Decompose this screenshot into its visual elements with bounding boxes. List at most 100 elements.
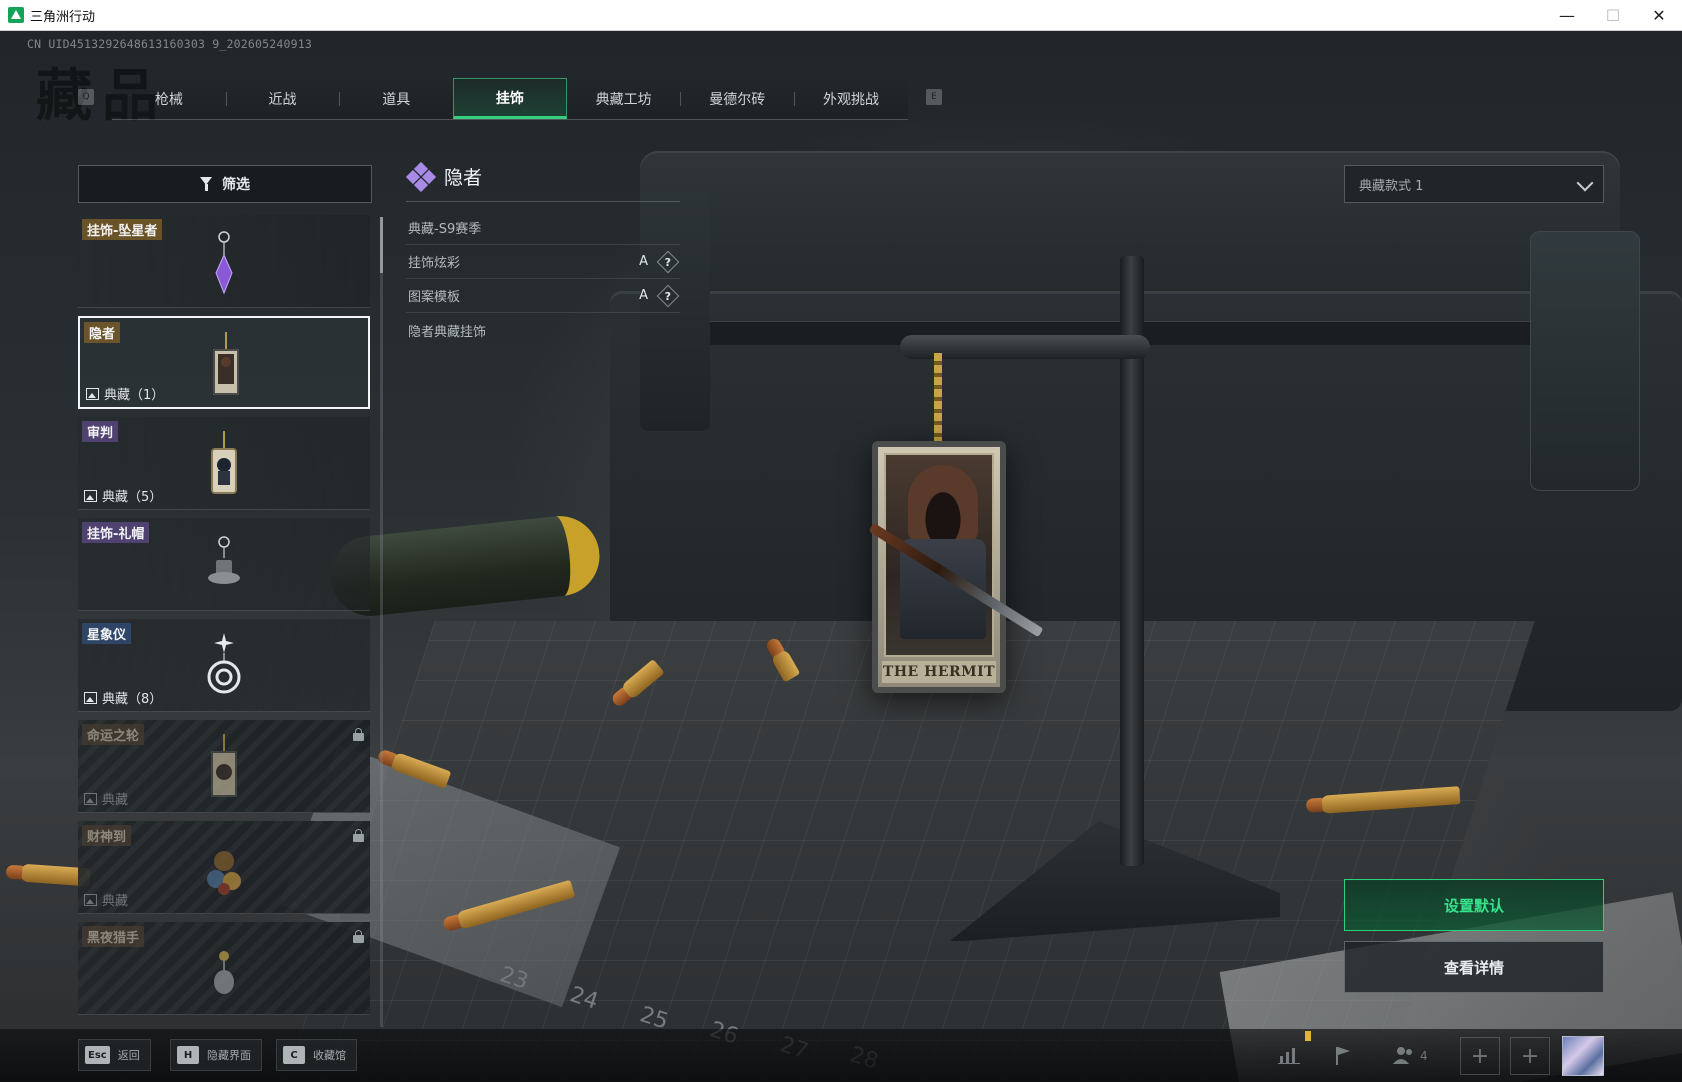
detail-row-label: 典藏-S9赛季 bbox=[408, 222, 482, 237]
category-tabs: 枪械 近战 道具 挂饰 典藏工坊 曼德尔砖 外观挑战 bbox=[112, 78, 908, 120]
list-item[interactable]: 财神到 典藏 bbox=[78, 821, 370, 914]
view-details-button[interactable]: 查看详情 bbox=[1344, 941, 1604, 993]
item-collection-count: 典藏（8） bbox=[84, 688, 162, 707]
detail-attributes: 典藏-S9赛季 挂饰炫彩 A ? 图案模板 A ? 隐者典藏挂饰 bbox=[406, 211, 680, 347]
charm-artwork bbox=[868, 453, 1044, 657]
avatar[interactable] bbox=[1562, 1036, 1604, 1076]
charm-thumbnail-hermit bbox=[213, 332, 239, 395]
charm-card-label: THE HERMIT bbox=[882, 661, 996, 683]
charm-thumbnail-astrolabe bbox=[207, 633, 241, 694]
tab-items[interactable]: 道具 bbox=[339, 78, 453, 119]
tab-next-key[interactable]: E bbox=[926, 89, 942, 105]
variant-dropdown[interactable]: 典藏款式 1 bbox=[1344, 165, 1604, 203]
item-name: 隐者 bbox=[84, 322, 121, 343]
item-name: 命运之轮 bbox=[82, 724, 145, 745]
tab-firearms[interactable]: 枪械 bbox=[112, 78, 226, 119]
set-default-button[interactable]: 设置默认 bbox=[1344, 879, 1604, 931]
add-friend-slot[interactable]: + bbox=[1510, 1037, 1550, 1075]
help-icon[interactable]: ? bbox=[656, 250, 680, 273]
bottom-bar: Esc 返回 H 隐藏界面 C 收藏馆 4 + + bbox=[0, 1029, 1682, 1082]
tab-prev-key[interactable]: Q bbox=[78, 89, 94, 105]
item-name: 挂饰-坠星者 bbox=[82, 219, 163, 240]
app-icon bbox=[8, 7, 24, 23]
list-item[interactable]: 审判 典藏（5） bbox=[78, 417, 370, 510]
charm-list: 挂饰-坠星者 隐者 典藏（1） 审判 典藏（5） 挂饰-礼帽 星象仪 典藏（8）… bbox=[78, 215, 372, 1025]
hotkey-key: Esc bbox=[85, 1046, 110, 1064]
detail-row-description: 隐者典藏挂饰 bbox=[406, 313, 680, 347]
flag-icon[interactable] bbox=[1330, 1042, 1356, 1068]
scrollbar-thumb[interactable] bbox=[380, 217, 383, 273]
list-scrollbar[interactable] bbox=[380, 217, 383, 1027]
window-titlebar: 三角洲行动 — ☐ ✕ bbox=[0, 0, 1682, 31]
list-item[interactable]: 命运之轮 典藏 bbox=[78, 720, 370, 813]
ruler-number: 24 bbox=[566, 982, 602, 1015]
detail-row-grade: A bbox=[639, 288, 648, 303]
detail-row-label: 挂饰炫彩 bbox=[408, 256, 461, 271]
collection-label: 典藏（1） bbox=[104, 388, 165, 403]
collection-icon bbox=[84, 893, 97, 906]
item-collection-count: 典藏（5） bbox=[84, 486, 162, 505]
charm-thumbnail-top-hat bbox=[208, 536, 240, 584]
charm-thumbnail-judgement bbox=[211, 431, 237, 494]
tab-appearance-challenge[interactable]: 外观挑战 bbox=[794, 78, 908, 119]
back-hotkey[interactable]: Esc 返回 bbox=[78, 1039, 151, 1071]
collection-label: 典藏（8） bbox=[102, 692, 163, 707]
detail-row-grade: A bbox=[639, 254, 648, 269]
lock-icon bbox=[353, 829, 364, 842]
detail-row-label: 隐者典藏挂饰 bbox=[408, 324, 487, 340]
charm-thumbnail-night-hunter bbox=[214, 951, 234, 994]
add-friend-slot[interactable]: + bbox=[1460, 1037, 1500, 1075]
window-title: 三角洲行动 bbox=[30, 9, 96, 25]
charm-chain bbox=[934, 353, 942, 443]
list-item[interactable]: 挂饰-坠星者 bbox=[78, 215, 370, 308]
hide-ui-hotkey[interactable]: H 隐藏界面 bbox=[170, 1039, 262, 1071]
item-name: 挂饰-礼帽 bbox=[82, 522, 150, 543]
list-item[interactable]: 星象仪 典藏（8） bbox=[78, 619, 370, 712]
filter-icon bbox=[200, 177, 214, 191]
close-button[interactable]: ✕ bbox=[1636, 0, 1682, 30]
collection-hall-hotkey[interactable]: C 收藏馆 bbox=[276, 1039, 357, 1071]
hotkey-key: H bbox=[177, 1046, 199, 1064]
collection-icon bbox=[84, 691, 97, 704]
tab-melee[interactable]: 近战 bbox=[225, 78, 340, 119]
hotkey-label: 收藏馆 bbox=[313, 1049, 346, 1062]
tab-mandel-brick[interactable]: 曼德尔砖 bbox=[680, 78, 794, 119]
detail-header: 隐者 bbox=[405, 161, 482, 192]
hotkey-key: C bbox=[283, 1046, 305, 1064]
item-collection-count: 典藏 bbox=[84, 890, 128, 909]
item-collection-count: 典藏（1） bbox=[86, 384, 164, 403]
tab-charms[interactable]: 挂饰 bbox=[453, 78, 567, 119]
detail-row-label: 图案模板 bbox=[408, 290, 461, 305]
crate-latch-right bbox=[1530, 231, 1640, 491]
hotkey-label: 隐藏界面 bbox=[207, 1049, 251, 1062]
list-item[interactable]: 挂饰-礼帽 bbox=[78, 518, 370, 611]
charm-thumbnail-wheel-of-fortune bbox=[211, 734, 237, 797]
item-name: 星象仪 bbox=[82, 623, 132, 644]
detail-divider bbox=[406, 201, 680, 202]
squad-count: 4 bbox=[1420, 1049, 1428, 1063]
charm-model-hermit[interactable]: THE HERMIT bbox=[868, 441, 1044, 693]
squad-icon[interactable] bbox=[1390, 1042, 1416, 1068]
collection-label: 典藏（5） bbox=[102, 490, 163, 505]
game-viewport: 23 24 25 26 27 28 THE HERMIT 藏品 bbox=[0, 31, 1682, 1082]
filter-button[interactable]: 筛选 bbox=[78, 165, 372, 203]
maximize-button[interactable]: ☐ bbox=[1590, 0, 1636, 30]
item-name: 财神到 bbox=[82, 825, 132, 846]
variant-dropdown-value: 典藏款式 1 bbox=[1359, 178, 1424, 194]
detail-row-pattern-template: 图案模板 A ? bbox=[406, 279, 680, 313]
list-item[interactable]: 黑夜猎手 bbox=[78, 922, 370, 1015]
stats-icon[interactable] bbox=[1276, 1042, 1302, 1068]
detail-row-charm-color: 挂饰炫彩 A ? bbox=[406, 245, 680, 279]
collection-icon bbox=[84, 792, 97, 805]
collection-label: 典藏 bbox=[102, 894, 129, 909]
minimize-button[interactable]: — bbox=[1544, 0, 1590, 30]
filter-label: 筛选 bbox=[222, 177, 250, 193]
lock-icon bbox=[353, 728, 364, 741]
item-collection-count: 典藏 bbox=[84, 789, 128, 808]
uid-text: CN UID4513292648613160303 9_202605240913 bbox=[27, 37, 312, 51]
tab-collection-workshop[interactable]: 典藏工坊 bbox=[567, 78, 681, 119]
help-icon[interactable]: ? bbox=[656, 284, 680, 307]
window-controls: — ☐ ✕ bbox=[1544, 0, 1682, 30]
collection-icon bbox=[84, 489, 97, 502]
list-item[interactable]: 隐者 典藏（1） bbox=[78, 316, 370, 409]
